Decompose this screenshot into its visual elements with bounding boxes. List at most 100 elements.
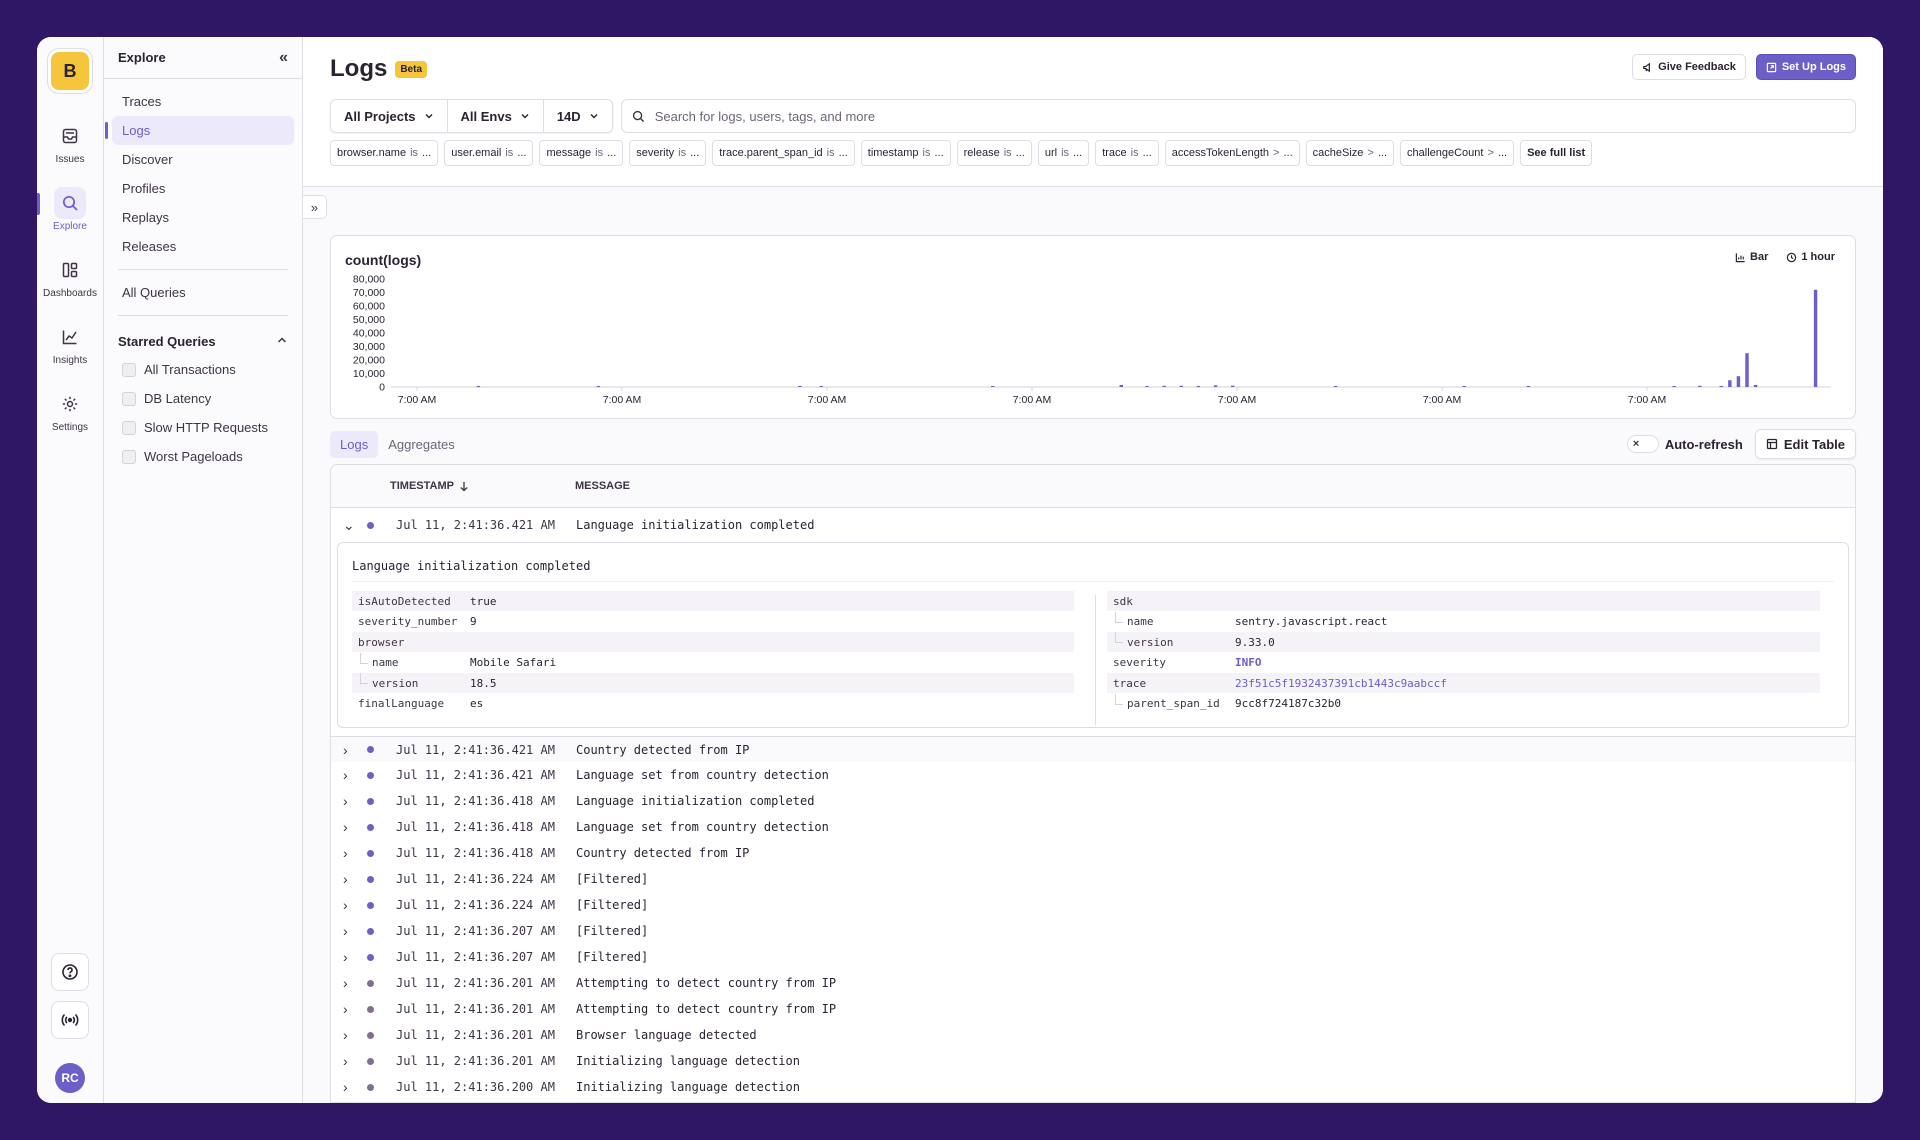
table-row[interactable]: › Jul 11, 2:41:36.224 AM [Filtered] <box>331 866 1855 892</box>
table-row[interactable]: › Jul 11, 2:41:36.421 AM Country detected … <box>331 736 1855 762</box>
row-message: Country detected from IP <box>576 742 750 757</box>
filter-key-chip[interactable]: challengeCount >... <box>1400 140 1515 166</box>
date-range-selector[interactable]: 14D <box>544 100 612 132</box>
filter-key-chip[interactable]: trace is... <box>1095 140 1159 166</box>
subnav-item-discover[interactable]: Discover <box>112 145 294 174</box>
subnav-item-traces[interactable]: Traces <box>112 87 294 116</box>
chip-key: user.email <box>451 147 502 159</box>
table-row[interactable]: › Jul 11, 2:41:36.201 AM Initializing lang… <box>331 1048 1855 1074</box>
chart-interval-label: 1 hour <box>1801 251 1835 263</box>
attribute-value: Mobile Safari <box>470 656 557 669</box>
see-full-list-button[interactable]: See full list <box>1520 140 1593 166</box>
give-feedback-button[interactable]: Give Feedback <box>1632 54 1746 80</box>
subnav-item-replays[interactable]: Replays <box>112 203 294 232</box>
filter-key-chip[interactable]: trace.parent_span_id is... <box>712 140 855 166</box>
table-row[interactable]: › Jul 11, 2:41:36.207 AM [Filtered] <box>331 944 1855 970</box>
starred-query-item[interactable]: DB Latency <box>104 384 302 413</box>
nav-settings[interactable]: Settings <box>37 388 104 433</box>
attribute-key: version <box>372 676 419 690</box>
search-icon <box>54 187 86 219</box>
chevron-right-icon[interactable]: › <box>343 897 355 913</box>
filter-key-chip[interactable]: severity is... <box>629 140 707 166</box>
starred-query-label: Worst Pageloads <box>144 449 243 464</box>
column-header-timestamp[interactable]: TIMESTAMP <box>390 480 575 492</box>
column-header-message[interactable]: MESSAGE <box>575 480 630 492</box>
tree-connector <box>360 652 368 664</box>
starred-query-item[interactable]: Slow HTTP Requests <box>104 413 302 442</box>
table-row[interactable]: › Jul 11, 2:41:36.207 AM [Filtered] <box>331 918 1855 944</box>
filter-key-chip[interactable]: message is... <box>539 140 624 166</box>
table-row[interactable]: › Jul 11, 2:41:36.224 AM [Filtered] <box>331 892 1855 918</box>
broadcasts-button[interactable] <box>51 1001 89 1039</box>
tab-logs[interactable]: Logs <box>330 430 379 458</box>
subnav-item-profiles[interactable]: Profiles <box>112 174 294 203</box>
chevron-right-icon[interactable]: › <box>343 742 355 758</box>
nav-dashboards[interactable]: Dashboards <box>37 254 104 299</box>
table-row-expanded[interactable]: ⌄ Jul 11, 2:41:36.421 AM Language initia… <box>331 508 1855 542</box>
chart-bar <box>1179 385 1183 387</box>
divider <box>118 315 288 316</box>
filter-key-chip[interactable]: browser.name is... <box>330 140 439 166</box>
severity-indicator <box>367 1083 374 1091</box>
auto-refresh-toggle[interactable]: × Auto-refresh <box>1626 435 1743 453</box>
chart-type-button[interactable]: Bar <box>1735 251 1768 263</box>
chevron-right-icon[interactable]: › <box>343 949 355 965</box>
chevron-right-icon[interactable]: › <box>343 845 355 861</box>
set-up-logs-button[interactable]: Set Up Logs <box>1755 54 1856 80</box>
edit-table-button[interactable]: Edit Table <box>1754 429 1856 459</box>
chevron-down-icon[interactable]: ⌄ <box>343 517 355 534</box>
chevron-right-icon[interactable]: › <box>343 767 355 783</box>
table-row[interactable]: › Jul 11, 2:41:36.201 AM Attempting to det… <box>331 970 1855 996</box>
environment-selector[interactable]: All Envs <box>448 100 544 132</box>
subnav-item-logs[interactable]: Logs <box>105 116 294 145</box>
chevron-right-icon[interactable]: › <box>343 1001 355 1017</box>
divider <box>352 581 1834 582</box>
collapse-sidebar-icon[interactable]: « <box>279 49 288 67</box>
starred-queries-header[interactable]: Starred Queries <box>104 324 302 355</box>
table-row[interactable]: › Jul 11, 2:41:36.200 AM Initializing lang… <box>331 1074 1855 1100</box>
filter-key-chip[interactable]: release is... <box>956 140 1032 166</box>
chevron-right-icon[interactable]: › <box>343 1079 355 1095</box>
toggle-switch[interactable]: × <box>1626 435 1659 453</box>
search-bar[interactable]: Search for logs, users, tags, and more <box>620 99 1856 133</box>
project-selector[interactable]: All Projects <box>331 100 448 132</box>
starred-query-item[interactable]: All Transactions <box>104 355 302 384</box>
chevron-right-icon[interactable]: › <box>343 793 355 809</box>
y-tick-label: 20,000 <box>353 355 385 367</box>
nav-explore[interactable]: Explore <box>37 187 104 232</box>
auto-refresh-label: Auto-refresh <box>1664 436 1743 452</box>
subnav-item-releases[interactable]: Releases <box>112 232 294 261</box>
table-row[interactable]: › Jul 11, 2:41:36.418 AM Language initiali… <box>331 788 1855 814</box>
chevron-right-icon[interactable]: › <box>343 975 355 991</box>
chevron-right-icon[interactable]: › <box>343 1027 355 1043</box>
org-avatar[interactable]: B <box>51 52 89 90</box>
table-actions: × Auto-refresh Edit Table <box>1626 429 1856 459</box>
filter-key-chip[interactable]: user.email is... <box>444 140 534 166</box>
chart-interval-button[interactable]: 1 hour <box>1786 251 1835 263</box>
filter-key-chip[interactable]: accessTokenLength >... <box>1164 140 1300 166</box>
table-row[interactable]: › Jul 11, 2:41:36.418 AM Language set from… <box>331 814 1855 840</box>
subnav-item-all-queries[interactable]: All Queries <box>112 278 294 307</box>
filter-key-chip[interactable]: cacheSize >... <box>1305 140 1395 166</box>
tab-aggregates[interactable]: Aggregates <box>378 431 465 458</box>
chevron-right-icon[interactable]: › <box>343 819 355 835</box>
help-button[interactable] <box>51 953 89 991</box>
chevron-right-icon[interactable]: › <box>343 1053 355 1069</box>
table-row[interactable]: › Jul 11, 2:41:36.201 AM Attempting to det… <box>331 996 1855 1022</box>
filter-key-chip[interactable]: timestamp is... <box>860 140 951 166</box>
starred-query-item[interactable]: Worst Pageloads <box>104 442 302 471</box>
expand-sidebar-button[interactable]: » <box>303 195 327 219</box>
chevron-right-icon[interactable]: › <box>343 871 355 887</box>
y-tick-label: 40,000 <box>353 328 385 340</box>
chevron-right-icon[interactable]: › <box>343 923 355 939</box>
table-row[interactable]: › Jul 11, 2:41:36.418 AM Country detected … <box>331 840 1855 866</box>
table-row[interactable]: › Jul 11, 2:41:36.421 AM Language set from… <box>331 762 1855 788</box>
attribute-value[interactable]: 23f51c5f1932437391cb1443c9aabccf <box>1235 677 1447 690</box>
row-timestamp: Jul 11, 2:41:36.421 AM <box>396 768 555 782</box>
query-icon <box>122 362 136 377</box>
table-row[interactable]: › Jul 11, 2:41:36.201 AM Browser language … <box>331 1022 1855 1048</box>
filter-key-chip[interactable]: url is... <box>1037 140 1090 166</box>
nav-issues[interactable]: Issues <box>37 120 104 165</box>
nav-insights[interactable]: Insights <box>37 321 104 366</box>
user-avatar[interactable]: RC <box>55 1063 85 1093</box>
